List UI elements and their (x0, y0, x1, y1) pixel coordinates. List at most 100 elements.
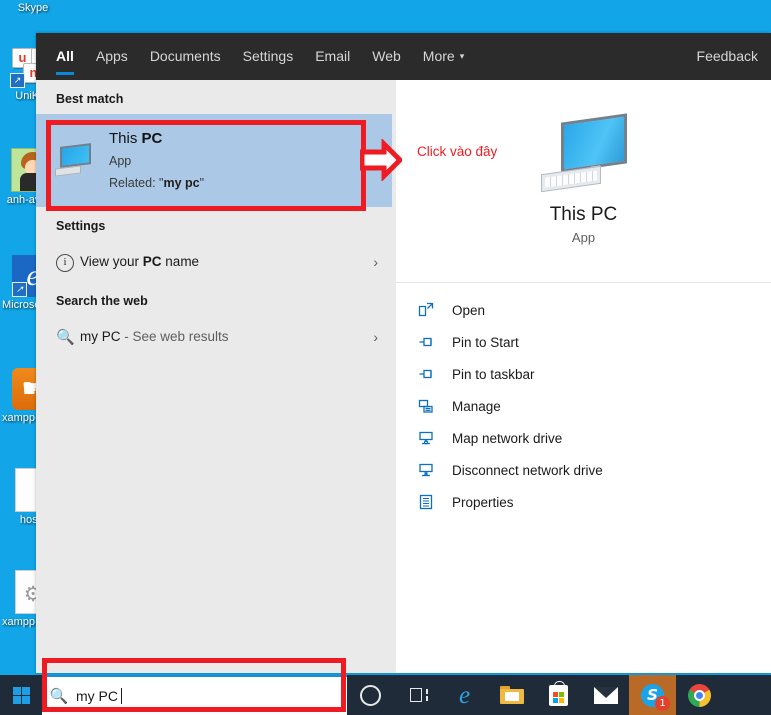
settings-result-view-your-pc-name[interactable]: i View your PC name › (36, 241, 392, 282)
cortana-button[interactable] (347, 675, 394, 715)
taskbar: 🔍 my PC e S 1 (0, 675, 771, 715)
web-result-query: my PC (80, 329, 121, 344)
action-disconnect-network-drive-label: Disconnect network drive (452, 463, 603, 478)
best-match-title-prefix: This (109, 130, 142, 147)
properties-icon (418, 494, 452, 510)
best-match-subtitle: App (109, 154, 204, 170)
chrome-button[interactable] (676, 675, 723, 715)
action-map-network-drive-label: Map network drive (452, 431, 562, 446)
tab-settings-label: Settings (243, 48, 294, 64)
open-external-icon (418, 302, 452, 318)
settings-result-label: View your PC name (80, 254, 373, 269)
microsoft-store-icon (549, 685, 568, 706)
search-filter-tabs: All Apps Documents Settings Email Web Mo… (36, 33, 771, 80)
search-icon: 🔍 (42, 687, 76, 705)
action-map-network-drive[interactable]: Map network drive (396, 422, 771, 454)
best-match-header: Best match (36, 80, 392, 114)
best-match-result-this-pc[interactable]: This PC App Related: "my pc" (36, 114, 392, 207)
action-pin-to-start[interactable]: Pin to Start (396, 326, 771, 358)
chevron-down-icon: ▾ (460, 51, 465, 61)
preview-actions-list: Open Pin to Start Pin to taskbar (396, 283, 771, 518)
manage-icon (418, 398, 452, 414)
tab-all[interactable]: All (56, 33, 74, 80)
related-prefix: Related: " (109, 176, 163, 190)
action-pin-to-start-label: Pin to Start (452, 335, 519, 350)
settings-label-post: name (162, 254, 200, 269)
search-the-web-header: Search the web (36, 282, 392, 316)
action-manage-label: Manage (452, 399, 501, 414)
search-icon: 🔍 (56, 328, 80, 346)
task-view-button[interactable] (394, 675, 441, 715)
pin-icon (418, 366, 452, 382)
edge-button[interactable]: e (441, 675, 488, 715)
action-properties-label: Properties (452, 495, 514, 510)
shortcut-arrow-icon: ↗ (12, 282, 27, 297)
tab-email-label: Email (315, 48, 350, 64)
taskbar-search-input[interactable]: 🔍 my PC (42, 675, 347, 715)
action-manage[interactable]: Manage (396, 390, 771, 422)
skype-icon: S 1 (641, 684, 664, 707)
best-match-related: Related: "my pc" (109, 176, 204, 192)
desktop-icon-skype[interactable]: Skype (2, 2, 64, 14)
task-view-icon (408, 688, 428, 703)
skype-button[interactable]: S 1 (629, 675, 676, 715)
cortana-icon (360, 685, 381, 706)
settings-label-pre: View your (80, 254, 143, 269)
action-disconnect-network-drive[interactable]: Disconnect network drive (396, 454, 771, 486)
shortcut-arrow-icon: ↗ (10, 73, 25, 88)
notification-badge: 1 (655, 696, 670, 711)
this-pc-large-icon (541, 118, 627, 192)
preview-app-type: App (572, 230, 595, 245)
search-input-value: my PC (76, 688, 118, 704)
disconnect-network-drive-icon (418, 462, 452, 478)
web-result-label: my PC - See web results (80, 329, 373, 344)
chevron-right-icon: › (373, 329, 378, 345)
info-icon: i (56, 252, 80, 272)
best-match-title: This PC (109, 130, 204, 149)
windows-logo-icon (13, 687, 30, 704)
search-results-column: Best match This PC App Related: "my pc" … (36, 80, 392, 673)
this-pc-icon (55, 145, 93, 177)
tab-more[interactable]: More ▾ (423, 33, 464, 80)
web-result-my-pc[interactable]: 🔍 my PC - See web results › (36, 316, 392, 357)
desktop-icon-skype-label: Skype (2, 2, 64, 14)
tab-email[interactable]: Email (315, 33, 350, 80)
settings-label-bold: PC (143, 254, 162, 269)
tab-apps[interactable]: Apps (96, 33, 128, 80)
preview-hero: This PC App (396, 80, 771, 283)
action-properties[interactable]: Properties (396, 486, 771, 518)
chevron-right-icon: › (373, 254, 378, 270)
tab-web-label: Web (372, 48, 401, 64)
preview-column: This PC App Open Pin to Start (396, 80, 771, 673)
start-button[interactable] (0, 675, 42, 715)
web-result-suffix: - See web results (121, 329, 229, 344)
related-query: my pc (163, 176, 199, 190)
action-pin-to-taskbar-label: Pin to taskbar (452, 367, 535, 382)
mail-icon (594, 687, 618, 704)
windows-desktop-screen: Skype u v n ↗ UniKey anh-avatar e ↗ Micr… (0, 0, 771, 715)
pin-icon (418, 334, 452, 350)
settings-header: Settings (36, 207, 392, 241)
edge-icon: e (459, 683, 470, 708)
feedback-button[interactable]: Feedback (697, 33, 758, 80)
chrome-icon (688, 684, 711, 707)
action-open-label: Open (452, 303, 485, 318)
windows-search-panel: All Apps Documents Settings Email Web Mo… (36, 33, 771, 673)
tab-all-label: All (56, 48, 74, 64)
feedback-label: Feedback (697, 48, 758, 64)
best-match-title-bold: PC (142, 130, 163, 147)
file-explorer-button[interactable] (488, 675, 535, 715)
tab-apps-label: Apps (96, 48, 128, 64)
tab-documents[interactable]: Documents (150, 33, 221, 80)
action-open[interactable]: Open (396, 294, 771, 326)
map-network-drive-icon (418, 430, 452, 446)
microsoft-store-button[interactable] (535, 675, 582, 715)
tab-more-label: More (423, 48, 455, 64)
related-suffix: " (200, 176, 204, 190)
preview-app-title: This PC (550, 204, 618, 226)
mail-button[interactable] (582, 675, 629, 715)
annotation-click-here-text: Click vào đây (417, 144, 497, 159)
tab-settings[interactable]: Settings (243, 33, 294, 80)
action-pin-to-taskbar[interactable]: Pin to taskbar (396, 358, 771, 390)
tab-web[interactable]: Web (372, 33, 401, 80)
